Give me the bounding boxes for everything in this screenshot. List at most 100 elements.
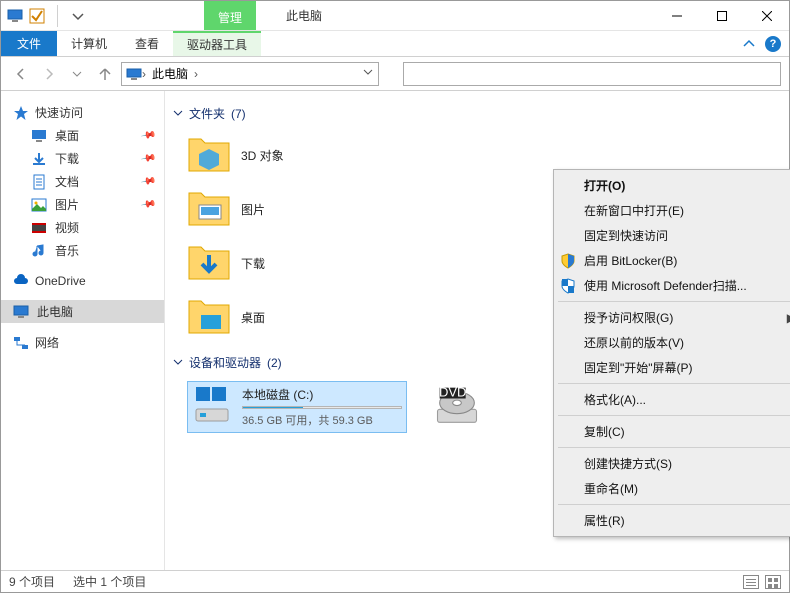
- drive-icon: [192, 386, 232, 428]
- sidebar-item-documents[interactable]: 文档 📌: [1, 170, 164, 193]
- menu-restore-versions[interactable]: 还原以前的版本(V): [554, 330, 790, 355]
- drive-capacity-fill: [243, 407, 303, 408]
- tab-file[interactable]: 文件: [1, 31, 57, 56]
- maximize-button[interactable]: [699, 2, 744, 30]
- sidebar-item-music[interactable]: 音乐: [1, 239, 164, 262]
- navigation-pane: 快速访问 桌面 📌 下载 📌 文档 📌 图片 📌: [1, 91, 165, 570]
- separator: [558, 301, 790, 302]
- status-selected-count: 选中 1 个项目: [73, 573, 146, 590]
- breadcrumb[interactable]: 此电脑: [146, 65, 194, 82]
- video-icon: [31, 220, 47, 236]
- tab-computer[interactable]: 计算机: [57, 31, 121, 56]
- folder-icon: [187, 243, 231, 283]
- nav-up-button[interactable]: [93, 62, 117, 86]
- search-input[interactable]: [403, 62, 781, 86]
- section-label: 文件夹: [189, 105, 225, 122]
- nav-history-button[interactable]: [65, 62, 89, 86]
- section-folders-header[interactable]: 文件夹 (7): [173, 101, 779, 126]
- sidebar-this-pc[interactable]: 此电脑: [1, 300, 164, 323]
- drive-name: 本地磁盘 (C:): [242, 386, 402, 403]
- menu-defender-scan[interactable]: 使用 Microsoft Defender扫描...: [554, 273, 790, 298]
- defender-icon: [560, 278, 576, 294]
- minimize-button[interactable]: [654, 2, 699, 30]
- folder-3d-objects[interactable]: 3D 对象: [187, 132, 397, 178]
- menu-rename[interactable]: 重命名(M): [554, 476, 790, 501]
- tab-drive-tools[interactable]: 驱动器工具: [173, 31, 261, 56]
- checkbox-icon[interactable]: [29, 8, 45, 24]
- pin-icon: 📌: [140, 173, 157, 189]
- menu-label: 启用 BitLocker(B): [584, 252, 677, 269]
- navigation-bar: › 此电脑 ›: [1, 57, 789, 91]
- drive-dvd[interactable]: DVD: [431, 381, 483, 429]
- drive-c[interactable]: 本地磁盘 (C:) 36.5 GB 可用，共 59.3 GB: [187, 381, 407, 433]
- folder-desktop[interactable]: 桌面: [187, 294, 397, 340]
- window-controls: [654, 1, 789, 30]
- nav-forward-button[interactable]: [37, 62, 61, 86]
- menu-format[interactable]: 格式化(A)...: [554, 387, 790, 412]
- chevron-right-icon[interactable]: ›: [194, 67, 198, 81]
- pin-icon: 📌: [140, 127, 157, 143]
- shield-icon: [560, 253, 576, 269]
- separator: [57, 5, 58, 27]
- network-icon: [13, 335, 29, 351]
- menu-grant-access[interactable]: 授予访问权限(G) ▶: [554, 305, 790, 330]
- drive-subtitle: 36.5 GB 可用，共 59.3 GB: [242, 412, 402, 428]
- collapse-ribbon-icon[interactable]: [741, 36, 757, 52]
- section-count: (7): [231, 107, 246, 121]
- sidebar-item-label: 图片: [55, 196, 79, 213]
- sidebar-item-pictures[interactable]: 图片 📌: [1, 193, 164, 216]
- menu-label: 使用 Microsoft Defender扫描...: [584, 277, 747, 294]
- sidebar-quick-access[interactable]: 快速访问: [1, 101, 164, 124]
- sidebar-item-label: 音乐: [55, 242, 79, 259]
- nav-back-button[interactable]: [9, 62, 33, 86]
- quick-access-toolbar: [1, 1, 92, 30]
- context-menu: 打开(O) 在新窗口中打开(E) 固定到快速访问 启用 BitLocker(B)…: [553, 169, 790, 537]
- dvd-drive-icon: DVD: [431, 379, 483, 431]
- help-icon[interactable]: ?: [765, 36, 781, 52]
- sidebar-network[interactable]: 网络: [1, 331, 164, 354]
- sidebar-onedrive[interactable]: OneDrive: [1, 270, 164, 292]
- sidebar-item-label: 快速访问: [35, 104, 83, 121]
- menu-open[interactable]: 打开(O): [554, 173, 790, 198]
- tab-view[interactable]: 查看: [121, 31, 173, 56]
- picture-icon: [31, 197, 47, 213]
- sidebar-item-desktop[interactable]: 桌面 📌: [1, 124, 164, 147]
- star-icon: [13, 105, 29, 121]
- address-dropdown-icon[interactable]: [362, 66, 374, 81]
- menu-properties[interactable]: 属性(R): [554, 508, 790, 533]
- pin-icon: 📌: [140, 150, 157, 166]
- document-icon: [31, 174, 47, 190]
- drive-capacity-bar: [242, 406, 402, 409]
- close-button[interactable]: [744, 2, 789, 30]
- title-bar: 管理 此电脑: [1, 1, 789, 31]
- separator: [558, 447, 790, 448]
- sidebar-item-label: 视频: [55, 219, 79, 236]
- address-bar[interactable]: › 此电脑 ›: [121, 62, 379, 86]
- monitor-icon: [126, 68, 142, 80]
- chevron-down-icon[interactable]: [70, 8, 86, 24]
- sidebar-item-videos[interactable]: 视频: [1, 216, 164, 239]
- menu-bitlocker[interactable]: 启用 BitLocker(B): [554, 248, 790, 273]
- sidebar-item-label: 文档: [55, 173, 79, 190]
- folder-icon: [187, 297, 231, 337]
- menu-create-shortcut[interactable]: 创建快捷方式(S): [554, 451, 790, 476]
- tiles-view-icon[interactable]: [765, 575, 781, 589]
- menu-copy[interactable]: 复制(C): [554, 419, 790, 444]
- pin-icon: 📌: [140, 196, 157, 212]
- contextual-tab-label: 管理: [204, 1, 256, 30]
- folder-icon: [187, 189, 231, 229]
- sidebar-item-downloads[interactable]: 下载 📌: [1, 147, 164, 170]
- status-bar: 9 个项目 选中 1 个项目: [1, 570, 789, 592]
- chevron-down-icon: [173, 356, 183, 370]
- separator: [558, 383, 790, 384]
- separator: [558, 415, 790, 416]
- details-view-icon[interactable]: [743, 575, 759, 589]
- menu-open-new-window[interactable]: 在新窗口中打开(E): [554, 198, 790, 223]
- folder-downloads[interactable]: 下载: [187, 240, 397, 286]
- menu-pin-start[interactable]: 固定到"开始"屏幕(P): [554, 355, 790, 380]
- sidebar-item-label: 桌面: [55, 127, 79, 144]
- menu-label: 授予访问权限(G): [584, 309, 673, 326]
- folder-pictures[interactable]: 图片: [187, 186, 397, 232]
- sidebar-item-label: 网络: [35, 334, 59, 351]
- menu-pin-quick-access[interactable]: 固定到快速访问: [554, 223, 790, 248]
